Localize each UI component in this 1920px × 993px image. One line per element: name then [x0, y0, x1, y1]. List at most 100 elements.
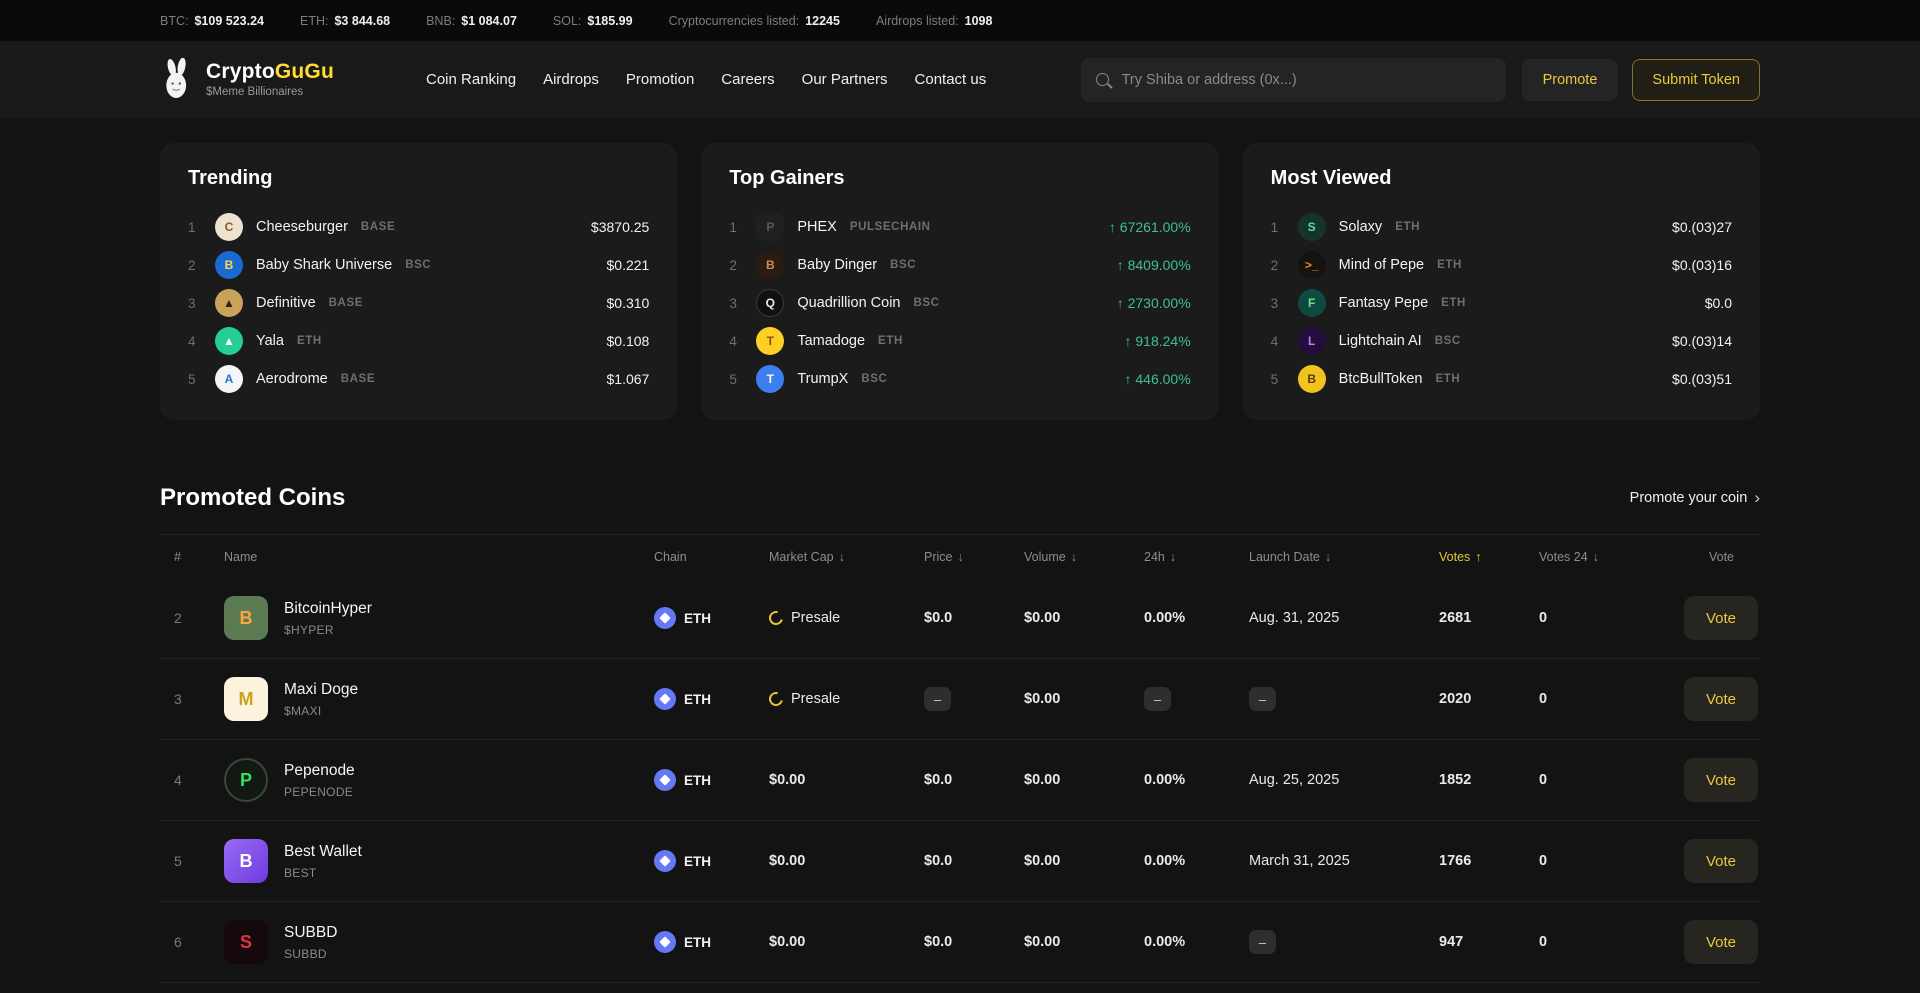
coin-name: BtcBullToken — [1339, 371, 1423, 387]
ethereum-icon — [654, 850, 676, 872]
coin-name: BitcoinHyper — [284, 600, 372, 618]
coin-icon-glyph: L — [1308, 334, 1315, 348]
list-item[interactable]: 2 B Baby Dinger BSC ↑ 8409.00% — [729, 246, 1190, 284]
list-item[interactable]: 5 T TrumpX BSC ↑ 446.00% — [729, 360, 1190, 398]
coin-name-cell[interactable]: B Best Wallet BEST — [210, 839, 640, 883]
nav-item-our-partners[interactable]: Our Partners — [802, 71, 888, 88]
column-label: Chain — [654, 550, 687, 564]
list-item[interactable]: 4 ▲ Yala ETH $0.108 — [188, 322, 649, 360]
coin-chain: BSC — [890, 259, 916, 271]
row-rank: 5 — [160, 853, 210, 869]
coin-value: $0.(03)51 — [1672, 371, 1732, 387]
row-rank: 4 — [160, 772, 210, 788]
rank: 2 — [188, 258, 202, 273]
votes-cell: 1852 — [1425, 772, 1525, 788]
coin-name: Baby Shark Universe — [256, 257, 392, 273]
logo[interactable]: CryptoGuGu $Meme Billionaires — [160, 58, 334, 102]
list-item[interactable]: 3 ▲ Definitive BASE $0.310 — [188, 284, 649, 322]
search-input[interactable] — [1120, 71, 1491, 89]
column-header-launch-date[interactable]: Launch Date↓ — [1235, 550, 1425, 564]
nav-item-airdrops[interactable]: Airdrops — [543, 71, 599, 88]
change-24h-cell: 0.00% — [1130, 610, 1235, 626]
chevron-right-icon: › — [1754, 488, 1760, 508]
coin-chain: BSC — [914, 297, 940, 309]
tamadoge-coin-icon: T — [756, 327, 784, 355]
table-row[interactable]: 3 M Maxi Doge $MAXI ETH Presale – $0.00 … — [160, 659, 1760, 740]
rank: 2 — [729, 258, 743, 273]
coin-name-cell[interactable]: P Pepenode PEPENODE — [210, 758, 640, 802]
list-item[interactable]: 1 S Solaxy ETH $0.(03)27 — [1271, 208, 1732, 246]
coin-chain: ETH — [1395, 221, 1420, 233]
column-header-votes-24[interactable]: Votes 24↓ — [1525, 550, 1675, 564]
promote-your-coin-link[interactable]: Promote your coin › — [1630, 488, 1760, 508]
baby-dinger-coin-icon: B — [756, 251, 784, 279]
volume-cell: $0.00 — [1010, 772, 1130, 788]
change-24h-cell: 0.00% — [1130, 853, 1235, 869]
ticker-item-btc: BTC: $109 523.24 — [160, 14, 264, 28]
list-item[interactable]: 2 >_ Mind of Pepe ETH $0.(03)16 — [1271, 246, 1732, 284]
list-item[interactable]: 4 T Tamadoge ETH ↑ 918.24% — [729, 322, 1190, 360]
coin-chain: BASE — [341, 373, 375, 385]
submit-token-button[interactable]: Submit Token — [1632, 59, 1760, 101]
coin-name-cell[interactable]: S SUBBD SUBBD — [210, 920, 640, 964]
column-label: Launch Date — [1249, 550, 1320, 564]
promote-link-label: Promote your coin — [1630, 490, 1748, 506]
nav-item-promotion[interactable]: Promotion — [626, 71, 694, 88]
table-row[interactable]: 4 P Pepenode PEPENODE ETH $0.00 $0.0 $0.… — [160, 740, 1760, 821]
sort-down-icon: ↓ — [1593, 550, 1599, 564]
coin-value: $0.310 — [607, 295, 650, 311]
cheeseburger-coin-icon: C — [215, 213, 243, 241]
votes-24-cell: 0 — [1525, 610, 1675, 626]
list-item[interactable]: 5 B BtcBullToken ETH $0.(03)51 — [1271, 360, 1732, 398]
price-cell: $0.0 — [910, 772, 1010, 788]
trumpx-coin-icon: T — [756, 365, 784, 393]
column-header-volume[interactable]: Volume↓ — [1010, 550, 1130, 564]
coin-chain: ETH — [1441, 297, 1466, 309]
list-item[interactable]: 3 Q Quadrillion Coin BSC ↑ 2730.00% — [729, 284, 1190, 322]
logo-title-accent: GuGu — [275, 60, 334, 83]
column-header-market-cap[interactable]: Market Cap↓ — [755, 550, 910, 564]
vote-button[interactable]: Vote — [1684, 596, 1758, 640]
promote-button[interactable]: Promote — [1522, 59, 1619, 101]
rank: 4 — [188, 334, 202, 349]
list-item[interactable]: 5 A Aerodrome BASE $1.067 — [188, 360, 649, 398]
list-item[interactable]: 3 F Fantasy Pepe ETH $0.0 — [1271, 284, 1732, 322]
maxi-doge-coin-icon: M — [224, 677, 268, 721]
table-row[interactable]: 2 B BitcoinHyper $HYPER ETH Presale $0.0… — [160, 578, 1760, 659]
market-cap-value: Presale — [791, 691, 840, 707]
chain-label: ETH — [684, 854, 711, 869]
column-header-rank[interactable]: # — [160, 550, 210, 564]
list-item[interactable]: 2 B Baby Shark Universe BSC $0.221 — [188, 246, 649, 284]
table-row[interactable]: 5 B Best Wallet BEST ETH $0.00 $0.0 $0.0… — [160, 821, 1760, 902]
column-header-votes[interactable]: Votes↑ — [1425, 550, 1525, 564]
coin-name: Best Wallet — [284, 843, 362, 861]
vote-button[interactable]: Vote — [1684, 920, 1758, 964]
coin-name-cell[interactable]: B BitcoinHyper $HYPER — [210, 596, 640, 640]
column-header-price[interactable]: Price↓ — [910, 550, 1010, 564]
nav-item-careers[interactable]: Careers — [721, 71, 774, 88]
rank: 3 — [188, 296, 202, 311]
btcbull-coin-icon: B — [1298, 365, 1326, 393]
list-item[interactable]: 1 C Cheeseburger BASE $3870.25 — [188, 208, 649, 246]
column-header-vote: Vote — [1675, 550, 1760, 564]
nav-item-coin-ranking[interactable]: Coin Ranking — [426, 71, 516, 88]
chain-cell: ETH — [640, 607, 755, 629]
column-header-chain[interactable]: Chain — [640, 550, 755, 564]
column-header-name[interactable]: Name — [210, 550, 640, 564]
list-item[interactable]: 1 P PHEX PULSECHAIN ↑ 67261.00% — [729, 208, 1190, 246]
column-header-24h[interactable]: 24h↓ — [1130, 550, 1235, 564]
vote-button[interactable]: Vote — [1684, 758, 1758, 802]
vote-button[interactable]: Vote — [1684, 677, 1758, 721]
coin-change: ↑ 8409.00% — [1117, 257, 1191, 273]
search-bar[interactable] — [1081, 58, 1506, 102]
coin-change: ↑ 918.24% — [1124, 333, 1190, 349]
coin-value: $0.(03)14 — [1672, 333, 1732, 349]
list-item[interactable]: 4 L Lightchain AI BSC $0.(03)14 — [1271, 322, 1732, 360]
market-cap-cell: Presale — [755, 691, 910, 707]
table-header-row: # Name Chain Market Cap↓ Price↓ Volume↓ … — [160, 534, 1760, 578]
coin-name-cell[interactable]: M Maxi Doge $MAXI — [210, 677, 640, 721]
table-row[interactable]: 6 S SUBBD SUBBD ETH $0.00 $0.0 $0.00 0.0… — [160, 902, 1760, 983]
main-header: CryptoGuGu $Meme Billionaires Coin Ranki… — [0, 41, 1920, 118]
vote-button[interactable]: Vote — [1684, 839, 1758, 883]
nav-item-contact-us[interactable]: Contact us — [915, 71, 987, 88]
